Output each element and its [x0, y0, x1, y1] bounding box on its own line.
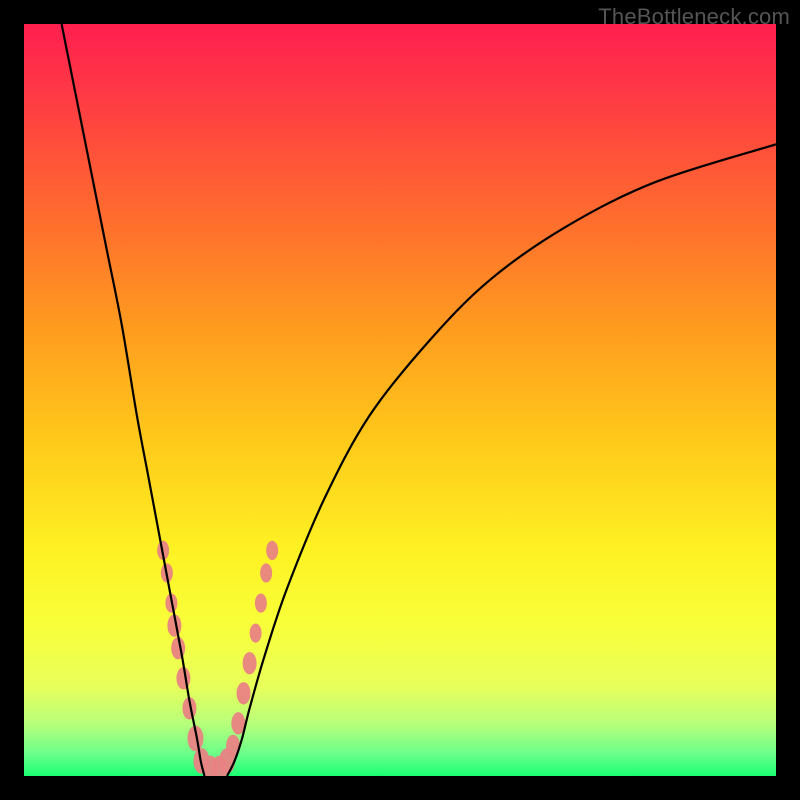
data-marker	[255, 593, 267, 612]
data-marker	[243, 652, 257, 674]
watermark-text: TheBottleneck.com	[598, 4, 790, 30]
left-branch-curve	[62, 24, 205, 776]
plot-area	[24, 24, 776, 776]
data-marker	[260, 563, 272, 582]
marker-layer	[157, 541, 278, 776]
data-marker	[266, 541, 278, 560]
data-marker	[237, 682, 251, 704]
curves-svg	[24, 24, 776, 776]
data-marker	[250, 624, 262, 643]
chart-frame: TheBottleneck.com	[0, 0, 800, 800]
right-branch-curve	[227, 144, 776, 776]
